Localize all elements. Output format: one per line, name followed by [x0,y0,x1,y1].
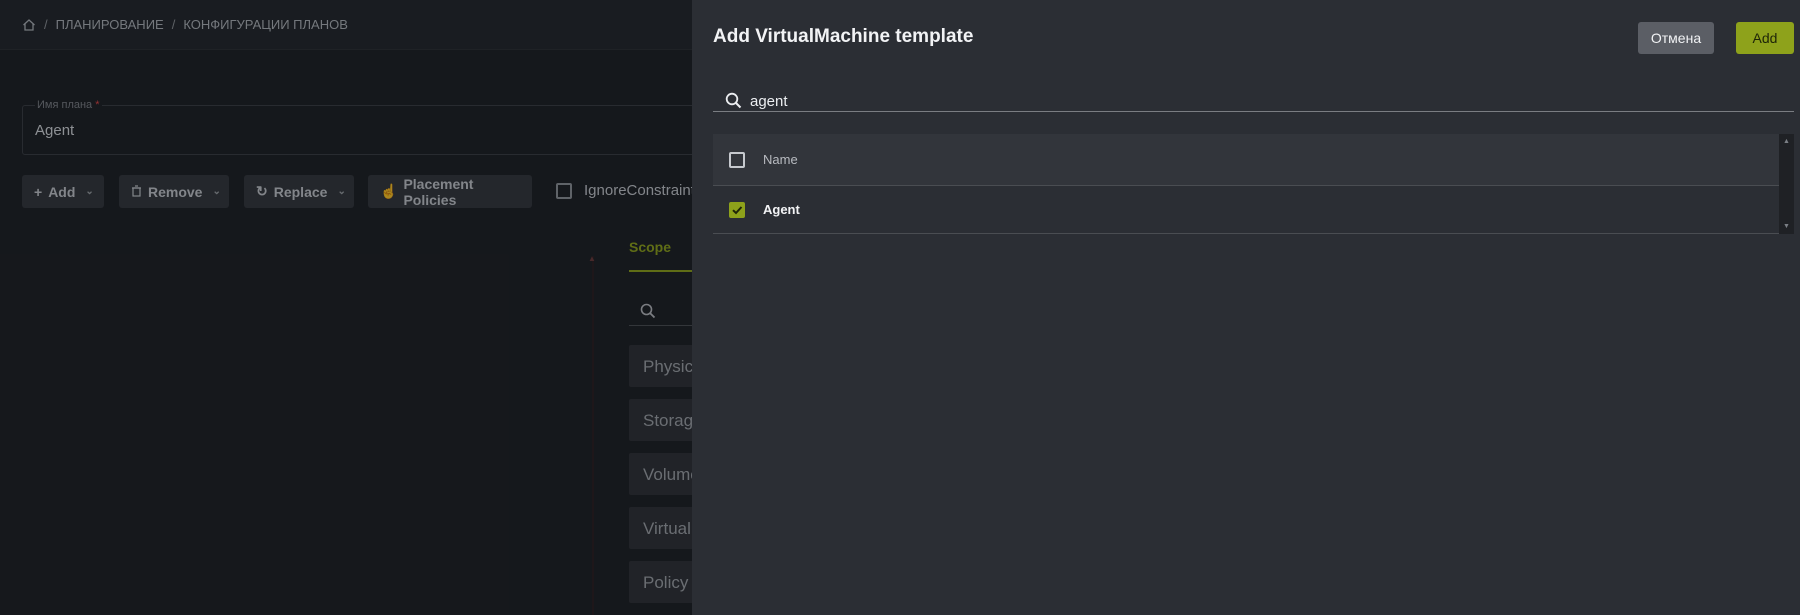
scroll-down-icon[interactable]: ▼ [1783,223,1790,230]
select-all-checkbox[interactable] [729,152,745,168]
table-scrollbar[interactable]: ▲ ▼ [1779,134,1794,234]
column-header-name[interactable]: Name [763,152,798,167]
template-search-input[interactable] [750,90,1780,112]
row-name: Agent [763,202,800,217]
row-checkbox[interactable] [729,202,745,218]
add-template-drawer: Add VirtualMachine template Отмена Add N… [692,0,1800,615]
search-underline [713,111,1794,112]
add-button[interactable]: Add [1736,22,1794,54]
table-header: Name [713,134,1779,186]
table-row[interactable]: Agent [713,187,1779,234]
scroll-up-icon[interactable]: ▲ [1783,138,1790,145]
checkmark-icon [732,206,743,215]
drawer-title: Add VirtualMachine template [713,26,974,47]
cancel-button[interactable]: Отмена [1638,22,1714,54]
